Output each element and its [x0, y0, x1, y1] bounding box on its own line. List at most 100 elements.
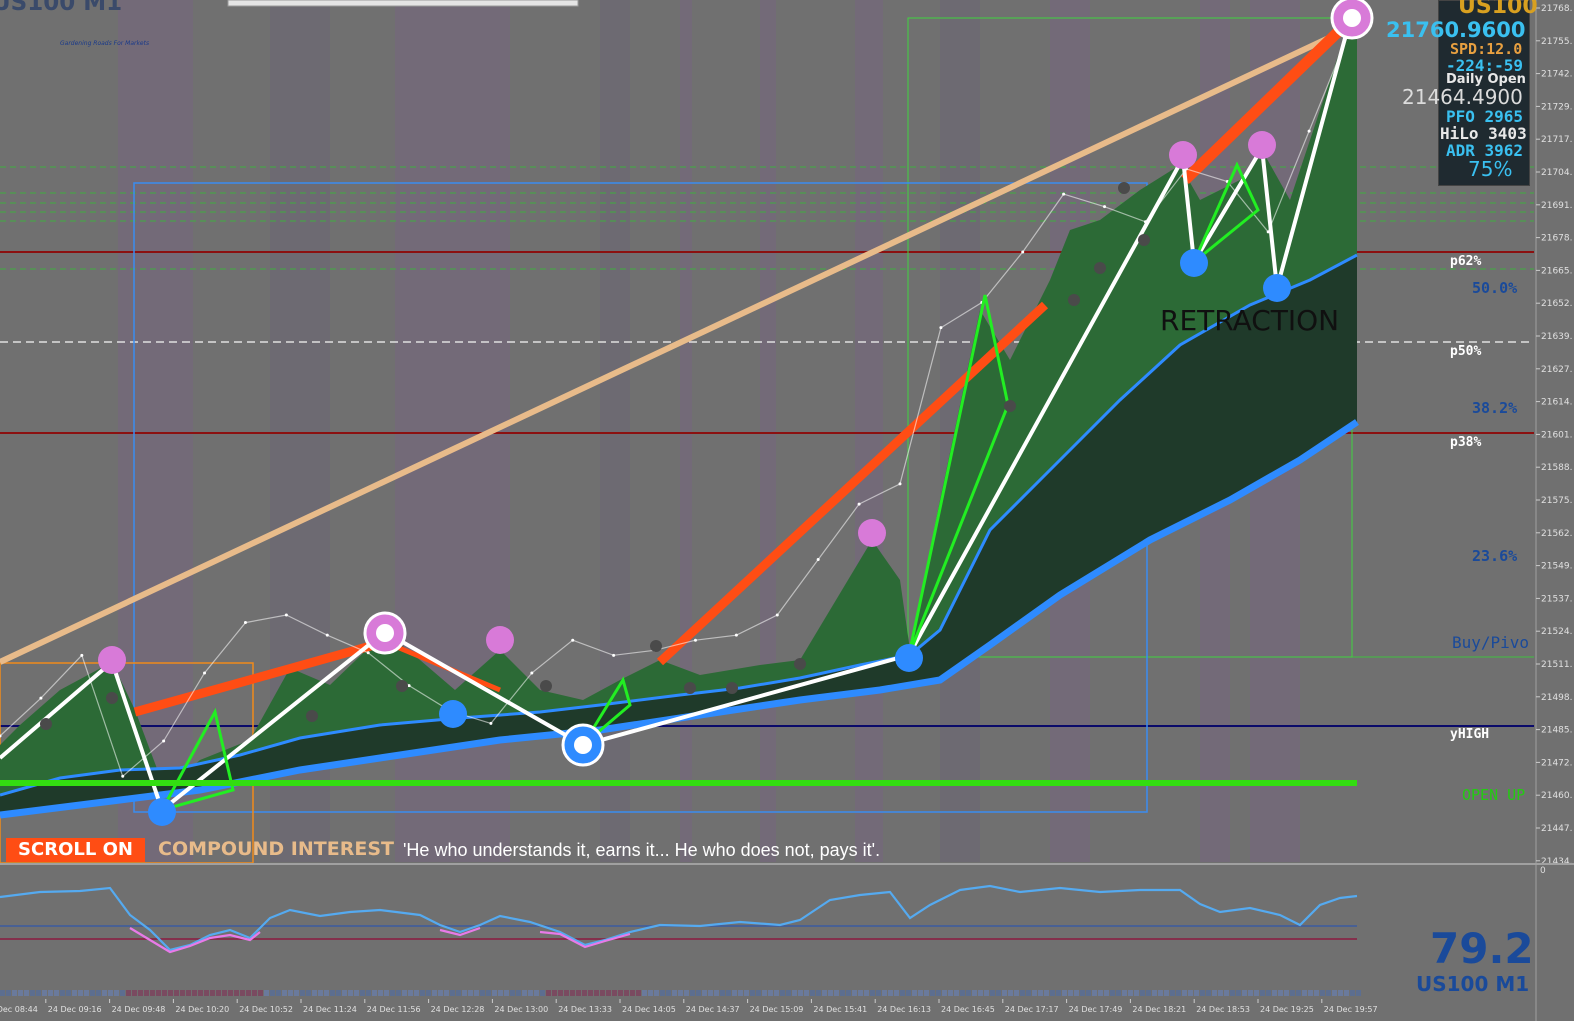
price-axis: 21768. 21755. 21742. 21729. 21717. 21704. 2169…	[1536, 4, 1573, 867]
signal-cell	[960, 990, 965, 996]
y-tick-label: 21537.	[1541, 594, 1573, 604]
signal-cell	[1296, 990, 1301, 996]
price-point	[284, 613, 288, 617]
signal-cell	[324, 990, 329, 996]
signal-cell	[678, 990, 683, 996]
scroll-on-badge[interactable]: SCROLL ON	[6, 838, 145, 862]
osc-oversold	[129, 926, 631, 954]
signal-cell	[648, 990, 653, 996]
signal-cell	[36, 990, 41, 996]
signal-cell	[966, 990, 971, 996]
label-fib236: 23.6%	[1472, 547, 1518, 565]
signal-cell	[1158, 990, 1163, 996]
signal-cell	[738, 990, 743, 996]
x-tick-label: 24 Dec 17:17	[1005, 1005, 1059, 1014]
signal-cell	[1236, 990, 1241, 996]
signal-cell	[318, 990, 323, 996]
signal-cell	[264, 990, 269, 996]
signal-cell	[192, 990, 197, 996]
signal-cell	[936, 990, 941, 996]
price-point	[612, 653, 616, 657]
signal-cell	[1122, 990, 1127, 996]
toolbar-stub	[227, 0, 579, 7]
signal-cell	[984, 990, 989, 996]
signal-cell	[1272, 990, 1277, 996]
signal-cell	[1302, 990, 1307, 996]
signal-cell	[540, 990, 545, 996]
signal-cell	[996, 990, 1001, 996]
signal-cell	[228, 990, 233, 996]
signal-cell	[1044, 990, 1049, 996]
signal-cell	[1074, 990, 1079, 996]
signal-cell	[1128, 990, 1133, 996]
y-tick-label: 21588.	[1541, 463, 1573, 473]
price-point	[243, 621, 247, 625]
y-tick-label: 21678.	[1541, 234, 1573, 244]
y-tick-label: 21575.	[1541, 496, 1573, 506]
major-low-marker	[561, 723, 605, 767]
y-tick-label: 21665.	[1541, 266, 1573, 276]
quote-text: 'He who understands it, earns it... He w…	[403, 840, 881, 860]
y-tick-label: 21447.	[1541, 824, 1573, 834]
price-point	[898, 482, 902, 486]
price-chart[interactable]: 21768. 21755. 21742. 21729. 21717. 21704. 2169…	[0, 0, 1574, 1021]
price-point	[1307, 129, 1311, 133]
signal-cell	[1266, 990, 1271, 996]
signal-cell	[1116, 990, 1121, 996]
info-price: 21760.9600	[1386, 18, 1526, 42]
y-tick-label: 21614.	[1541, 398, 1573, 408]
signal-cell	[348, 990, 353, 996]
signal-cell	[210, 990, 215, 996]
signal-cell	[162, 990, 167, 996]
signal-cell	[432, 990, 437, 996]
label-open-up: OPEN UP	[1462, 786, 1526, 804]
signal-cell	[1092, 990, 1097, 996]
signal-cell	[1194, 990, 1199, 996]
chart-subtitle: Gardening Roads For Markets	[60, 40, 150, 47]
price-point	[857, 502, 861, 506]
signal-cell	[1032, 990, 1037, 996]
signal-cell	[156, 990, 161, 996]
signal-cell	[816, 990, 821, 996]
signal-cell	[258, 990, 263, 996]
signal-cell	[852, 990, 857, 996]
signal-cell	[1110, 990, 1115, 996]
signal-cell	[84, 990, 89, 996]
signal-cell	[1056, 990, 1061, 996]
signal-cell	[174, 990, 179, 996]
y-tick-label: 21562.	[1541, 529, 1573, 539]
signal-cell	[246, 990, 251, 996]
price-point	[80, 653, 84, 657]
signal-cell	[342, 990, 347, 996]
x-tick-label: 24 Dec 11:24	[303, 1005, 357, 1014]
signal-cell	[594, 990, 599, 996]
signal-cell	[948, 990, 953, 996]
signal-cell	[300, 990, 305, 996]
signal-cell	[402, 990, 407, 996]
x-tick-label: 24 Dec 12:28	[431, 1005, 485, 1014]
signal-cell	[696, 990, 701, 996]
y-tick-label: 21742.	[1541, 70, 1573, 80]
signal-cell	[66, 990, 71, 996]
signal-cell	[558, 990, 563, 996]
x-tick-label: 24 Dec 15:09	[750, 1005, 804, 1014]
signal-cell	[942, 990, 947, 996]
signal-cell	[120, 990, 125, 996]
signal-cell	[804, 990, 809, 996]
x-tick-label: 24 Dec 17:49	[1069, 1005, 1123, 1014]
signal-cell	[1176, 990, 1181, 996]
signal-cell	[450, 990, 455, 996]
label-p62: p62%	[1450, 254, 1482, 269]
signal-cell	[1164, 990, 1169, 996]
signal-cell	[180, 990, 185, 996]
compound-interest-label: COMPOUND INTEREST	[158, 838, 394, 860]
signal-cell	[1308, 990, 1313, 996]
signal-cell	[420, 990, 425, 996]
signal-cell	[918, 990, 923, 996]
signal-cell	[840, 990, 845, 996]
signal-cell	[90, 990, 95, 996]
signal-cell	[1098, 990, 1103, 996]
signal-cell	[138, 990, 143, 996]
signal-cell	[234, 990, 239, 996]
signal-cell	[516, 990, 521, 996]
